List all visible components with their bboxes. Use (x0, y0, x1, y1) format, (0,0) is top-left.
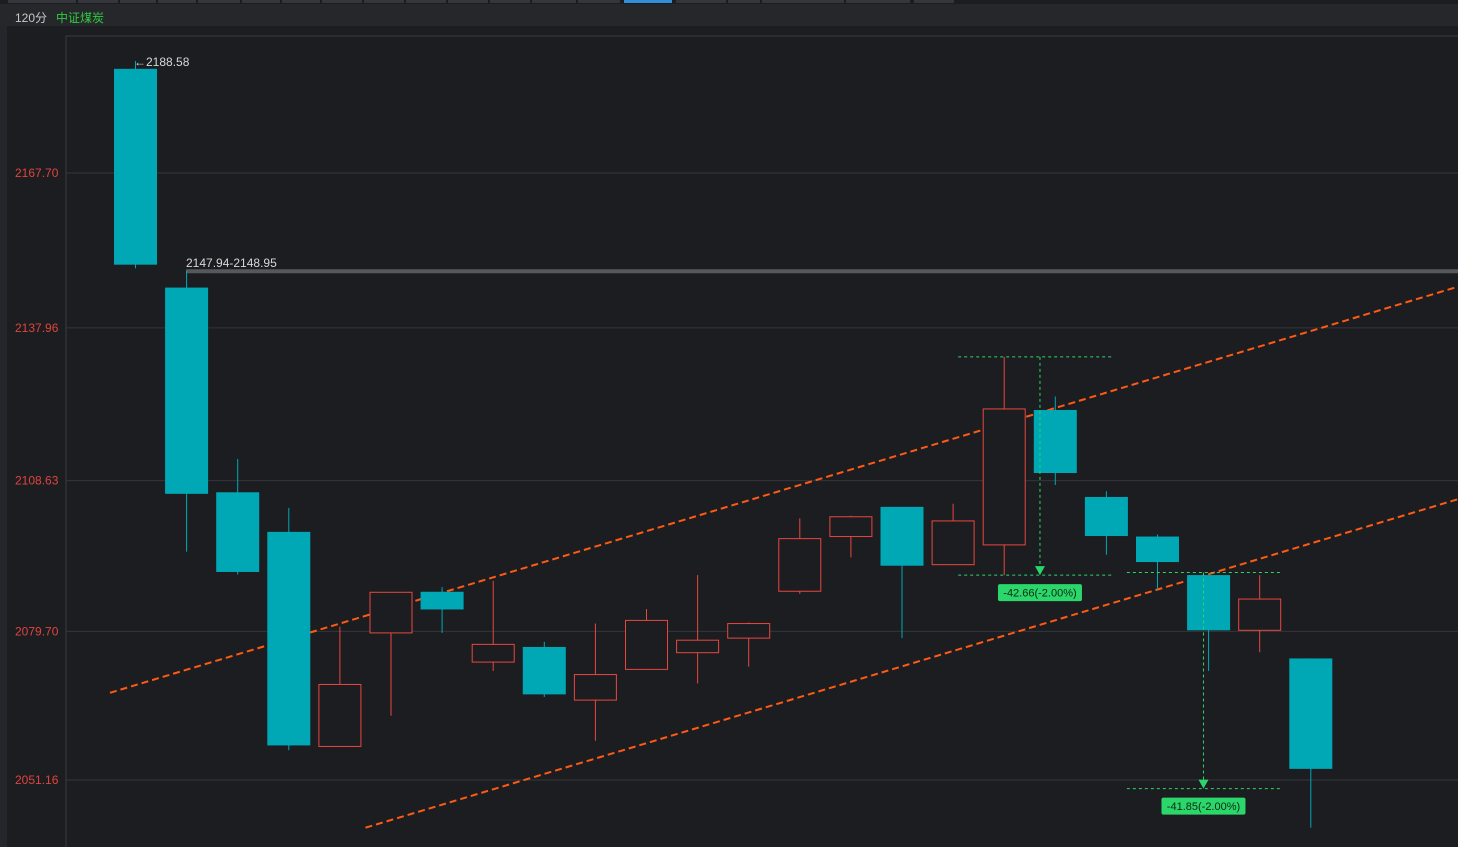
candle-20 (1084, 496, 1128, 537)
candle-12 (676, 639, 720, 654)
measure-1-label: -42.66(-2.00%) (1003, 588, 1076, 600)
tab-9[interactable] (364, 0, 404, 3)
y-tick-label-3: 2079.70 (15, 624, 59, 638)
candle-9 (522, 646, 566, 695)
tab-active[interactable] (624, 0, 672, 3)
y-axis-ticks: 2167.70 2137.96 2108.63 2079.70 2051.16 (15, 166, 59, 787)
tab-11[interactable] (448, 0, 488, 3)
candle-4 (267, 531, 311, 746)
tab-2[interactable] (78, 0, 118, 3)
tab-7[interactable] (282, 0, 320, 3)
tab-14[interactable] (578, 0, 620, 3)
max-price-label: ←2188.58 (134, 55, 190, 69)
measure-1-arrow (1034, 566, 1045, 576)
candle-15 (829, 516, 873, 538)
candle-3 (216, 492, 260, 572)
measure-2-label: -41.85(-2.00%) (1167, 801, 1240, 813)
tab-17[interactable] (762, 0, 844, 3)
candle-14 (778, 538, 822, 592)
tab-12[interactable] (490, 0, 530, 3)
candle-1 (114, 68, 157, 265)
tab-18[interactable] (846, 0, 910, 3)
y-tick-label-1: 2137.96 (15, 321, 59, 335)
candlestick-chart[interactable]: 2167.70 2137.96 2108.63 2079.70 2051.16 -42.… (0, 0, 1458, 847)
candle-6 (369, 591, 413, 634)
tab-10[interactable] (406, 0, 446, 3)
candle-16 (880, 506, 924, 566)
tab-16[interactable] (728, 0, 760, 3)
candle-10 (573, 674, 617, 701)
candle-13 (727, 623, 771, 639)
candle-23 (1238, 598, 1282, 631)
tab-13[interactable] (532, 0, 576, 3)
candle-7 (420, 591, 464, 610)
measure-2-arrow (1198, 779, 1209, 789)
tab-6[interactable] (242, 0, 280, 3)
y-tick-label-4: 2051.16 (15, 773, 59, 787)
candle-22 (1187, 575, 1231, 631)
tab-3[interactable] (120, 0, 156, 3)
candle-17 (931, 520, 975, 566)
candle-8 (471, 643, 515, 663)
candle-24 (1289, 658, 1333, 769)
candle-18 (982, 408, 1026, 546)
candle-21 (1136, 536, 1179, 563)
y-tick-label-0: 2167.70 (15, 166, 59, 180)
tab-4[interactable] (158, 0, 196, 3)
candles (114, 61, 1333, 828)
y-tick-label-2: 2108.63 (15, 474, 59, 488)
candle-11 (625, 619, 668, 670)
range-label: 2147.94-2148.95 (186, 256, 277, 270)
candle-5 (318, 683, 362, 747)
tab-5[interactable] (198, 0, 240, 3)
candle-2 (165, 287, 209, 494)
tab-15[interactable] (676, 0, 726, 3)
tab-1[interactable] (8, 0, 76, 3)
tab-19[interactable] (914, 0, 954, 3)
tab-8[interactable] (322, 0, 362, 3)
